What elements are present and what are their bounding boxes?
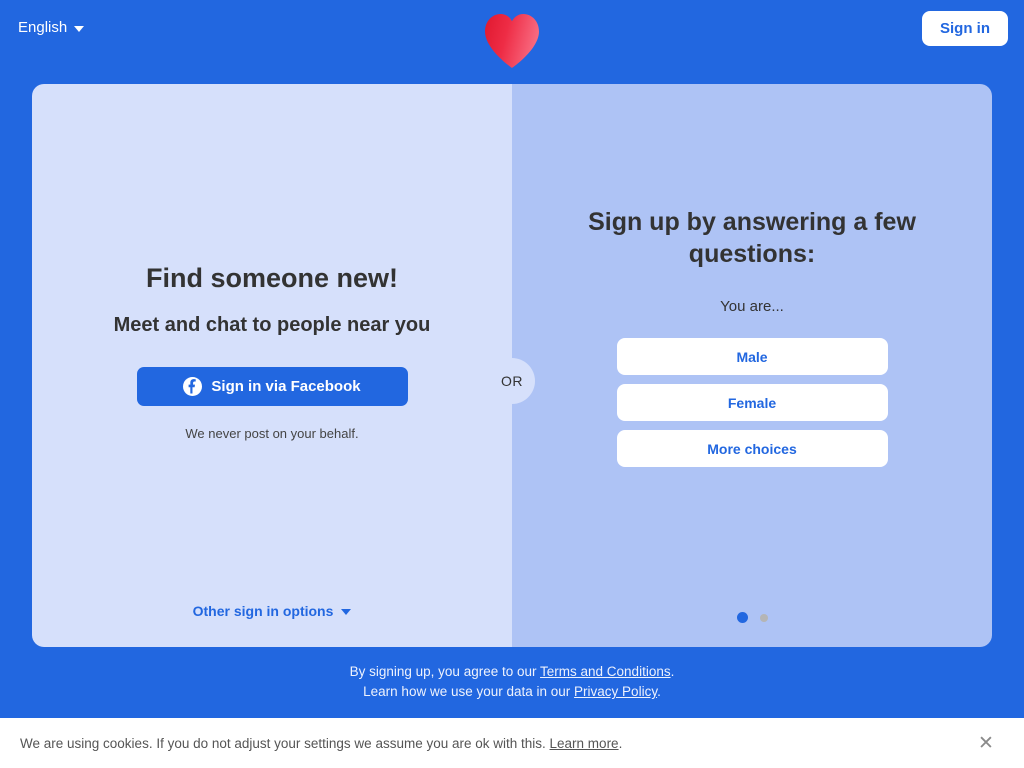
choice-button-male[interactable]: Male: [616, 338, 888, 375]
gender-choice-list: Male Female More choices: [616, 338, 888, 467]
chevron-down-icon: [74, 25, 85, 32]
privacy-policy-link[interactable]: Privacy Policy: [574, 684, 657, 699]
legal-privacy-suffix: .: [657, 684, 661, 699]
left-panel-content: Find someone new! Meet and chat to peopl…: [32, 262, 512, 441]
pagination-dot-1[interactable]: [736, 612, 748, 623]
signup-heading: Sign up by answering a few questions:: [588, 208, 916, 268]
left-panel: Find someone new! Meet and chat to peopl…: [32, 84, 512, 647]
close-icon[interactable]: ✕: [974, 731, 998, 755]
choice-button-more-choices[interactable]: More choices: [616, 430, 888, 467]
legal-line-privacy: Learn how we use your data in our Privac…: [0, 682, 1024, 702]
page-title: Find someone new!: [145, 263, 399, 293]
facebook-icon: [183, 377, 203, 397]
signup-card: Find someone new! Meet and chat to peopl…: [32, 84, 992, 647]
cookie-banner-text: We are using cookies. If you do not adju…: [20, 736, 974, 751]
cookie-text-prefix: We are using cookies. If you do not adju…: [20, 735, 550, 751]
top-bar: English Sign in: [0, 0, 1024, 84]
legal-text: By signing up, you agree to our Terms an…: [0, 662, 1024, 702]
right-panel: Sign up by answering a few questions: Yo…: [512, 84, 992, 647]
sign-in-via-facebook-button[interactable]: Sign in via Facebook: [136, 367, 408, 407]
right-panel-content: Sign up by answering a few questions: Yo…: [512, 206, 992, 467]
heart-logo-icon: [483, 13, 541, 69]
page-subtitle: Meet and chat to people near you: [113, 314, 431, 337]
pagination-dot-2[interactable]: [759, 613, 768, 622]
legal-terms-prefix: By signing up, you agree to our: [349, 664, 541, 679]
pagination-dots: [512, 612, 992, 623]
cookie-text-suffix: .: [618, 735, 623, 751]
cookie-banner: We are using cookies. If you do not adju…: [0, 718, 1024, 768]
choice-button-female[interactable]: Female: [616, 384, 888, 421]
cookie-learn-more-link[interactable]: Learn more: [550, 736, 619, 751]
sign-in-button[interactable]: Sign in: [922, 11, 1008, 46]
language-selector[interactable]: English: [16, 16, 86, 39]
or-divider-badge: OR: [489, 358, 535, 404]
question-prompt: You are...: [720, 298, 784, 315]
facebook-button-label: Sign in via Facebook: [211, 378, 361, 396]
legal-privacy-prefix: Learn how we use your data in our: [363, 684, 575, 699]
chevron-down-icon: [341, 609, 352, 615]
other-sign-in-options-label: Other sign in options: [192, 603, 334, 619]
terms-and-conditions-link[interactable]: Terms and Conditions: [540, 664, 671, 679]
legal-line-terms: By signing up, you agree to our Terms an…: [0, 662, 1024, 682]
other-sign-in-options-button[interactable]: Other sign in options: [32, 603, 512, 619]
language-label: English: [18, 19, 68, 36]
facebook-privacy-note: We never post on your behalf.: [185, 426, 359, 442]
legal-terms-suffix: .: [670, 664, 675, 679]
